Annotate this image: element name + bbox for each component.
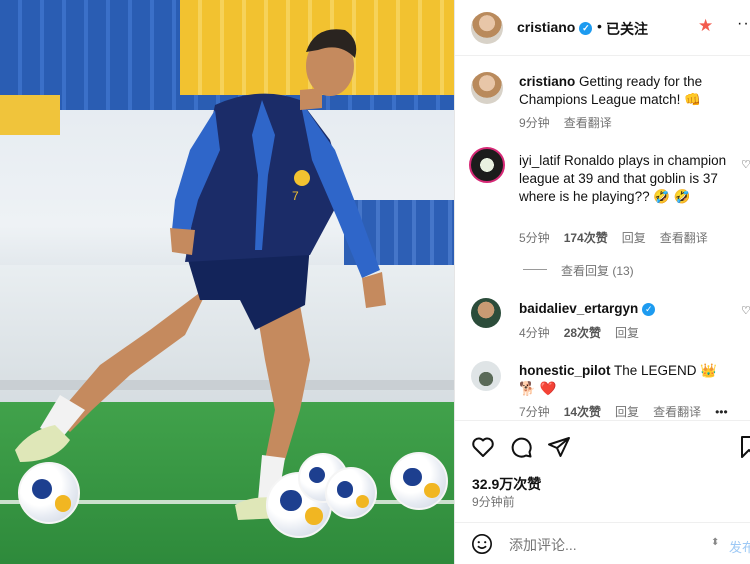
emoji-icon[interactable]: [471, 533, 493, 555]
comment-more-icon[interactable]: •••: [715, 405, 728, 419]
heart-icon[interactable]: [471, 435, 495, 459]
view-replies-text[interactable]: 查看回复 (13): [561, 264, 634, 278]
comment-heart-icon[interactable]: ♡: [741, 158, 750, 171]
comment-username[interactable]: baidaliev_ertargyn: [519, 301, 638, 316]
avatar[interactable]: [471, 298, 501, 328]
reply-link[interactable]: 回复: [615, 405, 639, 419]
comment-heart-icon[interactable]: ♡: [741, 304, 750, 317]
reply-divider: [523, 269, 547, 270]
comment-username[interactable]: cristiano: [519, 74, 575, 89]
comment-username[interactable]: honestic_pilot: [519, 363, 611, 378]
comment-input[interactable]: [509, 537, 699, 553]
verified-icon: ✓: [579, 22, 593, 35]
football: [390, 452, 448, 510]
svg-text:7: 7: [292, 189, 299, 203]
translate-link[interactable]: 查看翻译: [660, 231, 708, 245]
comment-text: cristiano Getting ready for the Champion…: [519, 73, 734, 109]
share-icon[interactable]: [547, 435, 571, 459]
comment-meta: 4分钟 28次赞 回复: [519, 324, 653, 341]
comment-likes[interactable]: 14次赞: [564, 405, 601, 419]
comment-username[interactable]: iyi_latif: [519, 153, 560, 168]
comments-list: cristiano Getting ready for the Champion…: [455, 56, 750, 420]
comment-time: 4分钟: [519, 326, 550, 340]
translate-link[interactable]: 查看翻译: [653, 405, 701, 419]
comment-meta: 5分钟 174次赞 回复 查看翻译: [519, 229, 722, 246]
reply-link[interactable]: 回复: [615, 326, 639, 340]
avatar[interactable]: [471, 72, 503, 104]
author-username[interactable]: cristiano ✓: [517, 19, 593, 35]
input-resize-icon: ⬍: [711, 537, 720, 548]
comment-icon[interactable]: [509, 435, 533, 459]
avatar[interactable]: [469, 147, 505, 183]
likes-count[interactable]: 32.9万次赞: [472, 474, 541, 494]
post-time: 9分钟前: [472, 495, 515, 509]
post-photo[interactable]: 7: [0, 0, 454, 564]
comment-meta: 9分钟 查看翻译: [519, 114, 626, 131]
comment-time: 7分钟: [519, 405, 550, 419]
post-comment-button[interactable]: 发布: [729, 537, 750, 556]
add-comment-bar: ⬍ 发布: [455, 522, 750, 564]
comment-likes[interactable]: 28次赞: [564, 326, 601, 340]
author-username-text[interactable]: cristiano: [517, 19, 575, 35]
comment-likes[interactable]: 174次赞: [564, 231, 608, 245]
comment-time: 5分钟: [519, 231, 550, 245]
football: [18, 462, 80, 524]
post-actions: 32.9万次赞 9分钟前: [455, 420, 750, 538]
comment-meta: 7分钟 14次赞 回复 查看翻译 •••: [519, 403, 742, 420]
avatar[interactable]: [471, 12, 503, 44]
avatar[interactable]: [471, 361, 501, 391]
more-icon[interactable]: ···: [737, 15, 750, 33]
post-side-panel: cristiano ✓ • 已关注 ★ ··· cristiano Getting…: [454, 0, 750, 564]
star-icon[interactable]: ★: [698, 16, 713, 36]
translate-link[interactable]: 查看翻译: [564, 116, 612, 130]
follow-status-button[interactable]: 已关注: [606, 19, 648, 39]
reply-link[interactable]: 回复: [622, 231, 646, 245]
comment-text: iyi_latif Ronaldo plays in champion leag…: [519, 152, 731, 206]
post-header: cristiano ✓ • 已关注 ★ ···: [455, 0, 750, 56]
comment-time: 9分钟: [519, 116, 550, 130]
comment-text: baidaliev_ertargyn ✓: [519, 300, 729, 318]
separator: •: [597, 18, 602, 34]
view-replies-link[interactable]: 查看回复 (13): [561, 262, 648, 279]
bookmark-icon[interactable]: [737, 435, 750, 459]
comment-text: honestic_pilot The LEGEND 👑 🐕 ❤️: [519, 362, 731, 398]
verified-icon: ✓: [642, 303, 656, 316]
football: [325, 467, 377, 519]
